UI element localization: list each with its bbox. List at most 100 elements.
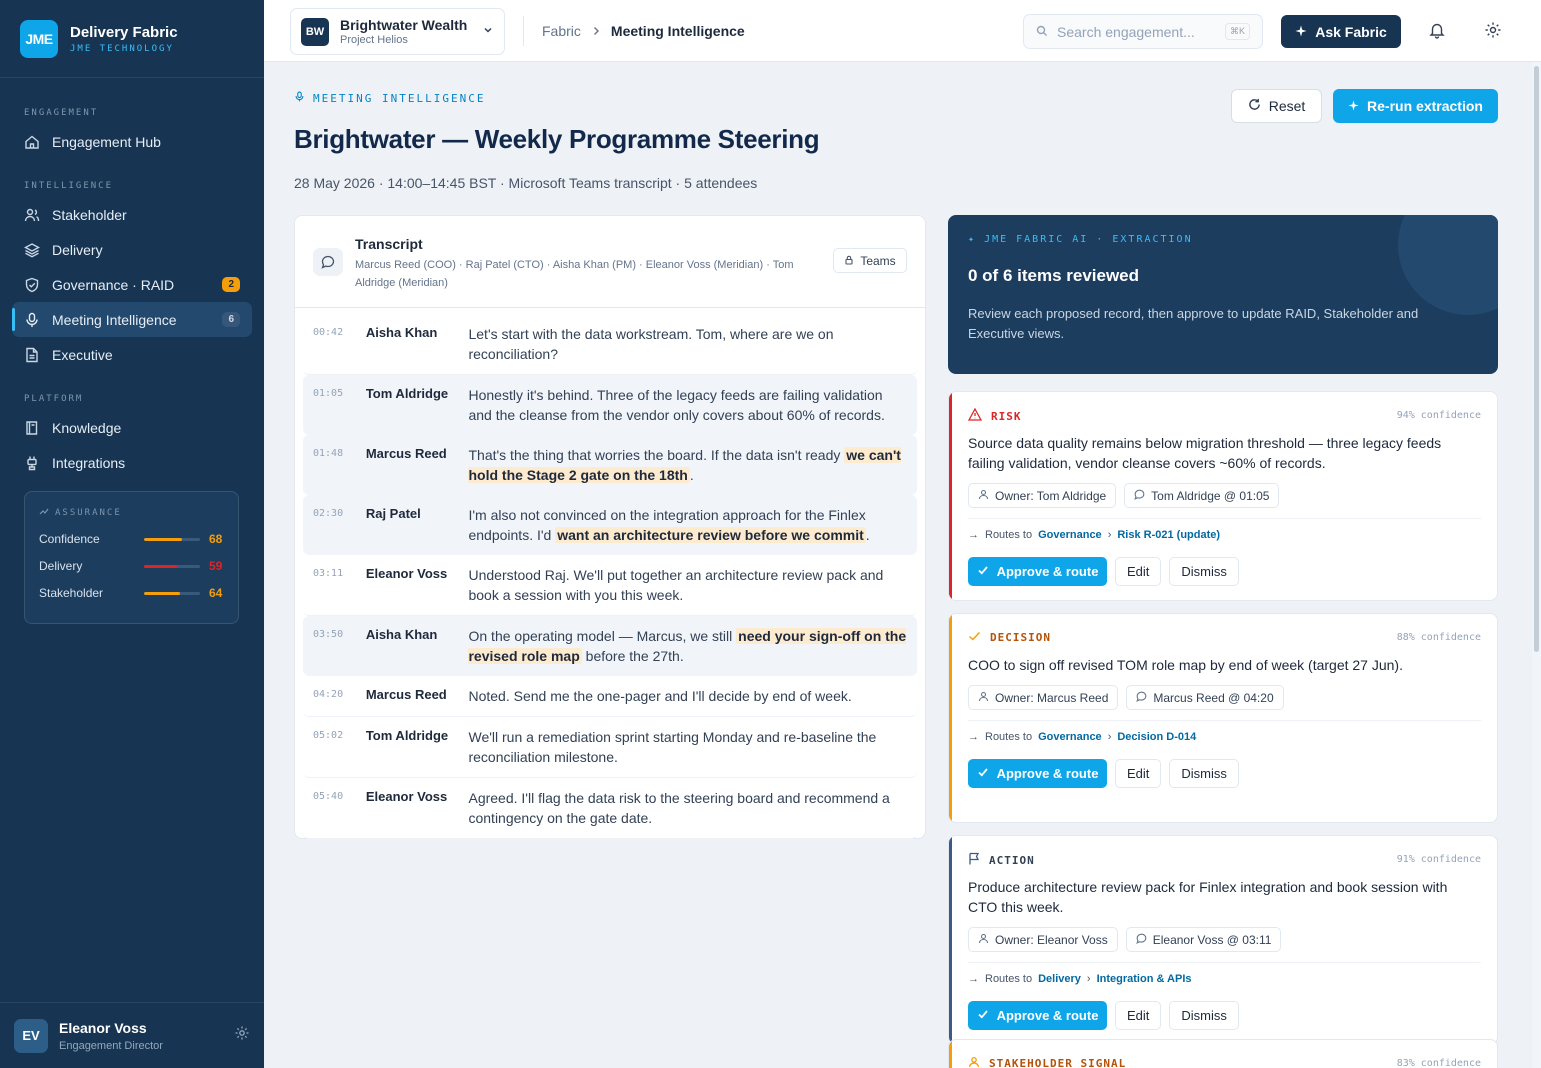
scrollbar-thumb[interactable] (1534, 66, 1539, 652)
brand-name: Delivery Fabric (70, 23, 178, 41)
extracted-highlight[interactable]: want an architecture review before we co… (555, 527, 866, 543)
check-icon (968, 630, 981, 645)
line-text: Noted. Send me the one-pager and I'll de… (468, 686, 907, 706)
teams-source-badge[interactable]: Teams (833, 248, 907, 273)
line-text-segment: That's the thing that worries the board.… (468, 447, 845, 463)
dismiss-button[interactable]: Dismiss (1169, 557, 1239, 586)
edit-button[interactable]: Edit (1115, 557, 1162, 586)
approve-route-button[interactable]: Approve & route (968, 1001, 1107, 1030)
search-placeholder: Search engagement... (1057, 23, 1195, 40)
line-text: Let's start with the data workstream. To… (468, 324, 907, 364)
routes-label: Routes to (985, 973, 1033, 985)
rerun-extraction-button[interactable]: Re-run extraction (1333, 89, 1498, 123)
route-target-link[interactable]: Decision D-014 (1117, 731, 1196, 743)
transcript-line[interactable]: 02:30 Raj Patel I'm also not convinced on … (303, 495, 917, 555)
person-icon (978, 691, 989, 705)
brand[interactable]: JME Delivery Fabric JME TECHNOLOGY (0, 0, 264, 78)
edit-button[interactable]: Edit (1115, 1001, 1162, 1030)
assurance-bar-fill (144, 591, 180, 595)
gear-icon[interactable] (234, 1025, 250, 1046)
breadcrumb-root[interactable]: Fabric (542, 23, 581, 39)
assurance-bar-fill (144, 564, 178, 568)
chevron-right-icon: › (1086, 973, 1091, 985)
line-text-segment: Noted. Send me the one-pager and I'll de… (468, 688, 852, 704)
brand-logo: JME (20, 19, 58, 58)
sidebar-item-engagement-hub[interactable]: Engagement Hub (12, 124, 252, 159)
search-input[interactable]: Search engagement... ⌘K (1023, 14, 1263, 49)
line-text: I'm also not convinced on the integratio… (468, 505, 907, 545)
sidebar-item-meeting-intelligence[interactable]: Meeting Intelligence 6 (12, 302, 252, 337)
client-project: Project Helios (340, 34, 408, 46)
sidebar-item-governance-raid[interactable]: Governance · RAID 2 (12, 267, 252, 302)
top-bar: BW Brightwater Wealth Project Helios Fab… (264, 0, 1541, 62)
transcript-line[interactable]: 03:11 Eleanor Voss Understood Raj. We'll p… (303, 555, 917, 616)
route-area-link[interactable]: Delivery (1038, 973, 1081, 985)
assurance-bar (144, 591, 200, 595)
divider (523, 16, 524, 46)
owner-chip[interactable]: Owner: Tom Aldridge (968, 483, 1117, 508)
person-icon (978, 933, 989, 947)
document-icon (24, 347, 40, 363)
dismiss-button[interactable]: Dismiss (1169, 1001, 1239, 1030)
routes-label: Routes to (985, 529, 1033, 541)
route-target-link[interactable]: Integration & APIs (1097, 973, 1192, 985)
sparkle-icon (1348, 98, 1359, 114)
settings-gear-icon[interactable] (1484, 21, 1502, 44)
line-timestamp: 01:48 (313, 448, 344, 459)
assurance-label: Delivery (39, 559, 83, 573)
bell-icon[interactable] (1428, 21, 1446, 44)
user-role: Engagement Director (59, 1039, 163, 1052)
transcript-line[interactable]: 01:48 Marcus Reed That's the thing that wo… (303, 435, 917, 495)
item-accent (949, 392, 952, 600)
extraction-item-action: ACTION 91% confidence Produce architectu… (948, 835, 1498, 1045)
sidebar-item-delivery[interactable]: Delivery (12, 232, 252, 267)
check-icon (977, 766, 989, 781)
transcript-header: Transcript Marcus Reed (COO) · Raj Patel… (295, 216, 925, 308)
route-area-link[interactable]: Governance (1038, 529, 1102, 541)
approve-route-button[interactable]: Approve & route (968, 557, 1107, 586)
transcript-line[interactable]: 01:05 Tom Aldridge Honestly it's behind. T… (303, 375, 917, 435)
transcript-line[interactable]: 03:50 Aisha Khan On the operating model — … (303, 616, 917, 676)
edit-button[interactable]: Edit (1115, 759, 1162, 788)
book-icon (24, 420, 40, 436)
transcript-line[interactable]: 00:42 Aisha Khan Let's start with the data… (303, 314, 917, 375)
mic-icon (24, 312, 40, 328)
route-target-link[interactable]: Risk R-021 (update) (1117, 529, 1220, 541)
source-quote-chip[interactable]: Marcus Reed @ 04:20 (1126, 685, 1284, 710)
transcript-line[interactable]: 04:20 Marcus Reed Noted. Send me the one-p… (303, 676, 917, 717)
check-icon (977, 564, 989, 579)
line-text-segment: before the 27th. (581, 648, 684, 664)
sidebar-item-stakeholder[interactable]: Stakeholder (12, 197, 252, 232)
route-area-link[interactable]: Governance (1038, 731, 1102, 743)
confidence-score: 88% confidence (1396, 632, 1481, 643)
source-quote-chip[interactable]: Eleanor Voss @ 03:11 (1125, 927, 1282, 952)
transcript-line[interactable]: 05:40 Eleanor Voss Agreed. I'll flag the d… (303, 778, 917, 839)
governance-count-badge: 2 (222, 277, 240, 292)
page-eyebrow: MEETING INTELLIGENCE (294, 91, 485, 105)
line-speaker: Raj Patel (365, 506, 421, 521)
assurance-title: ASSURANCE (55, 507, 122, 518)
sidebar-item-label: Stakeholder (52, 206, 127, 223)
user-profile[interactable]: EV Eleanor Voss Engagement Director (0, 1002, 264, 1068)
line-text: On the operating model — Marcus, we stil… (468, 626, 907, 666)
client-switcher[interactable]: BW Brightwater Wealth Project Helios (290, 8, 505, 55)
ask-fabric-label: Ask Fabric (1315, 23, 1387, 40)
source-quote-chip[interactable]: Tom Aldridge @ 01:05 (1124, 483, 1280, 508)
sidebar-item-label: Knowledge (52, 419, 122, 436)
client-avatar: BW (301, 17, 329, 46)
approve-route-button[interactable]: Approve & route (968, 759, 1107, 788)
sidebar-item-executive[interactable]: Executive (12, 337, 252, 372)
owner-chip[interactable]: Owner: Eleanor Voss (968, 927, 1118, 952)
reset-button[interactable]: Reset (1231, 89, 1322, 123)
owner-chip[interactable]: Owner: Marcus Reed (968, 685, 1119, 710)
ask-fabric-button[interactable]: Ask Fabric (1281, 15, 1401, 48)
sidebar-item-knowledge[interactable]: Knowledge (12, 410, 252, 445)
sidebar-item-integrations[interactable]: Integrations (12, 445, 252, 480)
transcript-card: Transcript Marcus Reed (COO) · Raj Patel… (294, 215, 926, 839)
line-text-segment: Agreed. I'll flag the data risk to the s… (468, 790, 890, 826)
line-text-segment: Understood Raj. We'll put together an ar… (468, 567, 884, 603)
extraction-eyebrow: ✦ JME FABRIC AI · EXTRACTION (968, 234, 1193, 245)
transcript-line[interactable]: 05:02 Tom Aldridge We'll run a remediation… (303, 717, 917, 778)
dismiss-button[interactable]: Dismiss (1169, 759, 1239, 788)
breadcrumb: Fabric Meeting Intelligence (542, 23, 745, 39)
